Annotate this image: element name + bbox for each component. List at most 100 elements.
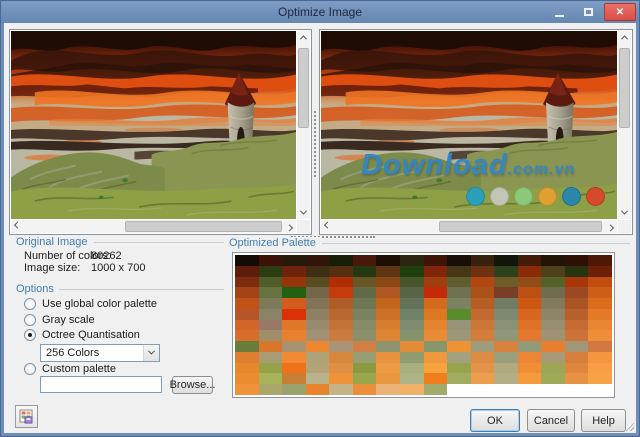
palette-color-swatch[interactable] xyxy=(329,341,353,352)
palette-color-swatch[interactable] xyxy=(565,352,589,363)
palette-color-swatch[interactable] xyxy=(353,287,377,298)
palette-color-swatch[interactable] xyxy=(376,309,400,320)
palette-color-swatch[interactable] xyxy=(494,363,518,374)
radio-global-color-palette[interactable]: Use global color palette xyxy=(24,298,157,310)
palette-color-swatch[interactable] xyxy=(400,255,424,266)
palette-color-swatch[interactable] xyxy=(541,266,565,277)
palette-color-swatch[interactable] xyxy=(259,373,283,384)
palette-color-swatch[interactable] xyxy=(447,320,471,331)
palette-color-swatch[interactable] xyxy=(565,255,589,266)
palette-color-swatch[interactable] xyxy=(541,277,565,288)
palette-color-swatch[interactable] xyxy=(353,298,377,309)
palette-color-swatch[interactable] xyxy=(353,373,377,384)
palette-color-swatch[interactable] xyxy=(518,373,542,384)
palette-color-swatch[interactable] xyxy=(518,363,542,374)
palette-color-swatch[interactable] xyxy=(353,266,377,277)
optimized-horizontal-scrollbar[interactable] xyxy=(321,220,617,233)
palette-color-swatch[interactable] xyxy=(329,266,353,277)
palette-color-swatch[interactable] xyxy=(518,298,542,309)
palette-color-swatch[interactable] xyxy=(282,330,306,341)
palette-color-swatch[interactable] xyxy=(471,277,495,288)
palette-color-swatch[interactable] xyxy=(376,255,400,266)
palette-color-swatch[interactable] xyxy=(424,320,448,331)
palette-color-swatch[interactable] xyxy=(588,330,612,341)
palette-color-swatch[interactable] xyxy=(424,330,448,341)
palette-color-swatch[interactable] xyxy=(329,255,353,266)
palette-color-swatch[interactable] xyxy=(353,330,377,341)
palette-color-swatch[interactable] xyxy=(424,373,448,384)
palette-color-swatch[interactable] xyxy=(565,287,589,298)
palette-color-swatch[interactable] xyxy=(306,330,330,341)
palette-color-swatch[interactable] xyxy=(588,266,612,277)
palette-color-swatch[interactable] xyxy=(353,277,377,288)
custom-palette-path-input[interactable] xyxy=(40,376,162,393)
palette-color-swatch[interactable] xyxy=(518,330,542,341)
palette-color-swatch[interactable] xyxy=(494,352,518,363)
palette-color-swatch[interactable] xyxy=(471,363,495,374)
palette-color-swatch[interactable] xyxy=(541,309,565,320)
palette-color-swatch[interactable] xyxy=(424,287,448,298)
original-vertical-scrollbar[interactable] xyxy=(297,31,310,219)
palette-color-swatch[interactable] xyxy=(282,287,306,298)
scroll-right-icon[interactable] xyxy=(604,220,617,233)
palette-color-swatch[interactable] xyxy=(424,255,448,266)
palette-color-swatch[interactable] xyxy=(282,341,306,352)
palette-color-swatch[interactable] xyxy=(235,352,259,363)
palette-color-swatch[interactable] xyxy=(400,309,424,320)
palette-color-swatch[interactable] xyxy=(565,373,589,384)
palette-color-swatch[interactable] xyxy=(329,352,353,363)
titlebar[interactable]: Optimize Image ✕ xyxy=(1,1,639,23)
palette-color-swatch[interactable] xyxy=(376,352,400,363)
radio-octree-quantisation[interactable]: Octree Quantisation xyxy=(24,329,140,341)
palette-color-swatch[interactable] xyxy=(541,320,565,331)
chevron-down-icon[interactable] xyxy=(143,345,159,361)
palette-color-swatch[interactable] xyxy=(235,373,259,384)
palette-color-swatch[interactable] xyxy=(447,341,471,352)
optimized-image-preview[interactable]: Download.com.vn xyxy=(321,31,617,219)
palette-color-swatch[interactable] xyxy=(329,373,353,384)
palette-color-swatch[interactable] xyxy=(353,341,377,352)
palette-color-swatch[interactable] xyxy=(235,266,259,277)
radio-icon[interactable] xyxy=(24,298,36,310)
palette-color-swatch[interactable] xyxy=(235,309,259,320)
palette-color-swatch[interactable] xyxy=(259,277,283,288)
palette-color-swatch[interactable] xyxy=(565,320,589,331)
palette-color-swatch[interactable] xyxy=(400,266,424,277)
palette-color-swatch[interactable] xyxy=(400,298,424,309)
palette-color-swatch[interactable] xyxy=(353,352,377,363)
original-horizontal-scrollbar[interactable] xyxy=(11,220,296,233)
palette-color-swatch[interactable] xyxy=(259,363,283,374)
minimize-button[interactable] xyxy=(546,3,573,21)
palette-color-swatch[interactable] xyxy=(235,330,259,341)
palette-color-swatch[interactable] xyxy=(329,384,353,395)
palette-color-swatch[interactable] xyxy=(424,363,448,374)
palette-color-swatch[interactable] xyxy=(447,277,471,288)
optimized-vertical-scrollbar[interactable] xyxy=(618,31,631,219)
palette-color-swatch[interactable] xyxy=(306,266,330,277)
palette-color-swatch[interactable] xyxy=(494,255,518,266)
palette-color-swatch[interactable] xyxy=(588,298,612,309)
palette-color-swatch[interactable] xyxy=(400,352,424,363)
palette-color-swatch[interactable] xyxy=(400,373,424,384)
save-palette-button[interactable] xyxy=(15,405,38,428)
palette-color-swatch[interactable] xyxy=(282,309,306,320)
palette-color-swatch[interactable] xyxy=(588,287,612,298)
palette-color-swatch[interactable] xyxy=(353,363,377,374)
palette-color-swatch[interactable] xyxy=(400,384,424,395)
palette-color-swatch[interactable] xyxy=(565,277,589,288)
palette-color-swatch[interactable] xyxy=(282,384,306,395)
palette-color-swatch[interactable] xyxy=(282,255,306,266)
palette-color-swatch[interactable] xyxy=(447,255,471,266)
palette-color-swatch[interactable] xyxy=(306,320,330,331)
palette-color-swatch[interactable] xyxy=(541,298,565,309)
palette-color-swatch[interactable] xyxy=(471,341,495,352)
palette-color-swatch[interactable] xyxy=(329,287,353,298)
palette-color-swatch[interactable] xyxy=(518,277,542,288)
palette-color-swatch[interactable] xyxy=(259,309,283,320)
palette-color-swatch[interactable] xyxy=(235,277,259,288)
palette-color-swatch[interactable] xyxy=(259,352,283,363)
ok-button[interactable]: OK xyxy=(470,409,520,432)
palette-color-swatch[interactable] xyxy=(376,384,400,395)
original-image-preview[interactable] xyxy=(11,31,296,219)
palette-color-swatch[interactable] xyxy=(259,298,283,309)
